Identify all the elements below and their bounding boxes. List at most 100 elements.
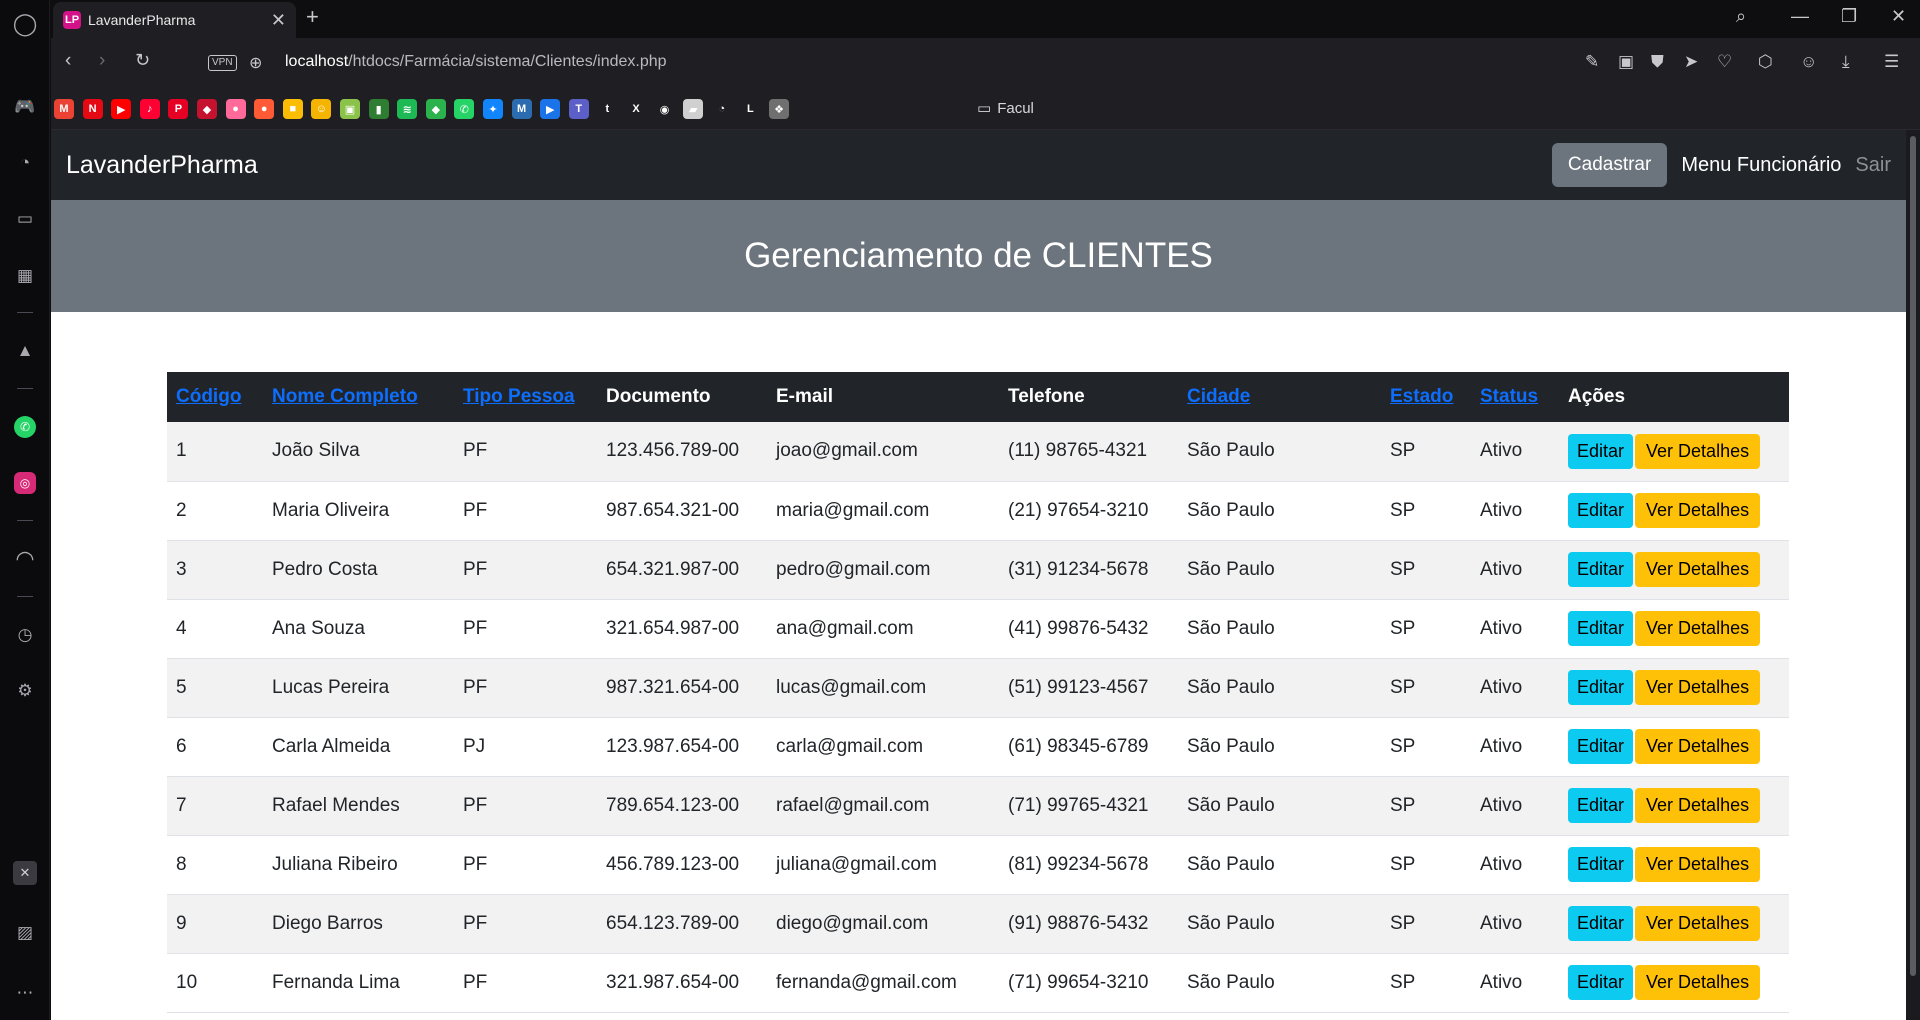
view-details-button[interactable]: Ver Detalhes bbox=[1635, 729, 1761, 764]
col-nome[interactable]: Nome Completo bbox=[263, 372, 454, 422]
sort-codigo-link[interactable]: Código bbox=[176, 386, 241, 407]
close-tab-icon[interactable]: ✕ bbox=[271, 10, 286, 31]
col-cidade[interactable]: Cidade bbox=[1178, 372, 1381, 422]
speed-dial-icon[interactable]: ◔ bbox=[12, 150, 38, 176]
gamepad-icon[interactable]: 🎮 bbox=[12, 94, 38, 120]
edit-button[interactable]: Editar bbox=[1568, 670, 1634, 705]
download-icon[interactable]: ⤓ bbox=[1842, 52, 1850, 72]
app-icon[interactable]: ▮ bbox=[368, 99, 389, 119]
edit-button[interactable]: Editar bbox=[1568, 729, 1634, 764]
image-icon[interactable]: ▨ bbox=[12, 920, 38, 946]
app-icon[interactable]: ▰ bbox=[683, 99, 704, 119]
app-icon[interactable]: ✕ bbox=[12, 860, 38, 886]
restore-icon[interactable]: ❐ bbox=[1841, 6, 1857, 27]
sort-nome-link[interactable]: Nome Completo bbox=[272, 386, 418, 407]
view-details-button[interactable]: Ver Detalhes bbox=[1635, 847, 1761, 882]
page-scrollbar[interactable] bbox=[1906, 130, 1920, 1020]
snapshot-icon[interactable]: ▣ bbox=[1618, 52, 1634, 72]
minimize-icon[interactable]: — bbox=[1791, 6, 1809, 27]
cadastrar-button[interactable]: Cadastrar bbox=[1551, 143, 1668, 187]
view-details-button[interactable]: Ver Detalhes bbox=[1635, 552, 1761, 587]
edit-page-icon[interactable]: ✎ bbox=[1585, 52, 1599, 72]
whatsapp-icon[interactable]: ✆ bbox=[454, 99, 475, 119]
easy-setup-icon[interactable]: ☰ bbox=[1884, 52, 1899, 72]
col-estado[interactable]: Estado bbox=[1381, 372, 1471, 422]
sort-cidade-link[interactable]: Cidade bbox=[1187, 386, 1250, 407]
pinterest-icon[interactable]: P bbox=[168, 99, 189, 119]
view-details-button[interactable]: Ver Detalhes bbox=[1635, 493, 1761, 528]
url-field[interactable]: localhost/htdocs/Farmácia/sistema/Client… bbox=[285, 53, 667, 71]
view-details-button[interactable]: Ver Detalhes bbox=[1635, 906, 1761, 941]
more-icon[interactable]: ⋯ bbox=[12, 980, 38, 1006]
forward-icon[interactable]: › bbox=[99, 50, 105, 72]
app-icon[interactable]: ☺ bbox=[311, 99, 332, 119]
app-icon[interactable]: ❖ bbox=[769, 99, 789, 119]
send-icon[interactable]: ➤ bbox=[1684, 52, 1698, 72]
tab-lavanderpharma[interactable]: LP LavanderPharma ✕ bbox=[53, 2, 296, 38]
instagram-icon[interactable]: ◎ bbox=[12, 470, 38, 496]
app-icon[interactable]: M bbox=[511, 99, 532, 119]
github-icon[interactable]: ◉ bbox=[654, 99, 675, 119]
sair-link[interactable]: Sair bbox=[1855, 154, 1891, 177]
youtube-icon[interactable]: ▶ bbox=[111, 99, 132, 119]
whatsapp-icon[interactable]: ✆ bbox=[12, 414, 38, 440]
workspace-icon[interactable]: ▭ bbox=[12, 206, 38, 232]
brand-link[interactable]: LavanderPharma bbox=[66, 151, 258, 180]
opera-logo-icon[interactable]: ◯ bbox=[12, 11, 38, 37]
search-tabs-icon[interactable]: ⌕ bbox=[1736, 6, 1746, 27]
spotify-icon[interactable]: ≋ bbox=[397, 99, 418, 119]
new-tab-icon[interactable]: + bbox=[306, 4, 319, 30]
shield-icon[interactable]: ⛊ bbox=[1651, 52, 1664, 72]
box-icon[interactable]: ⬡ bbox=[1758, 52, 1773, 72]
bookmark-folder-facul[interactable]: ▭ Facul bbox=[977, 99, 1034, 118]
app-icon[interactable]: ◆ bbox=[197, 99, 217, 119]
extensions-icon[interactable]: ▦ bbox=[12, 263, 38, 289]
x-icon[interactable]: X bbox=[626, 99, 646, 119]
view-details-button[interactable]: Ver Detalhes bbox=[1635, 670, 1761, 705]
keep-icon[interactable]: ■ bbox=[282, 99, 303, 119]
col-status[interactable]: Status bbox=[1471, 372, 1559, 422]
view-details-button[interactable]: Ver Detalhes bbox=[1635, 788, 1761, 823]
gmail-icon[interactable]: M bbox=[54, 99, 74, 119]
app-icon[interactable]: ▣ bbox=[340, 99, 360, 119]
sort-estado-link[interactable]: Estado bbox=[1390, 386, 1453, 407]
edit-button[interactable]: Editar bbox=[1568, 433, 1634, 469]
col-tipo[interactable]: Tipo Pessoa bbox=[454, 372, 597, 422]
app-icon[interactable]: L bbox=[740, 99, 761, 119]
edit-button[interactable]: Editar bbox=[1568, 493, 1634, 528]
settings-icon[interactable]: ⚙ bbox=[12, 678, 38, 704]
edit-button[interactable]: Editar bbox=[1568, 847, 1634, 882]
scrollbar-thumb[interactable] bbox=[1910, 136, 1916, 976]
teams-icon[interactable]: T bbox=[568, 99, 589, 119]
site-info-icon[interactable]: ⊕ bbox=[249, 53, 262, 73]
speedtest-icon[interactable]: ◔ bbox=[711, 99, 732, 119]
edit-button[interactable]: Editar bbox=[1568, 611, 1634, 646]
history-icon[interactable]: ◷ bbox=[12, 622, 38, 648]
edit-button[interactable]: Editar bbox=[1568, 788, 1634, 823]
player-icon[interactable]: ◠ bbox=[12, 546, 38, 572]
vpn-badge[interactable]: VPN bbox=[208, 55, 237, 71]
youtube-music-icon[interactable]: ♪ bbox=[139, 99, 160, 119]
menu-funcionario-link[interactable]: Menu Funcionário bbox=[1681, 154, 1841, 177]
feedly-icon[interactable]: ◆ bbox=[425, 99, 446, 119]
netflix-icon[interactable]: N bbox=[82, 99, 103, 119]
close-window-icon[interactable]: ✕ bbox=[1891, 6, 1906, 27]
tumblr-icon[interactable]: t bbox=[597, 99, 618, 119]
sort-status-link[interactable]: Status bbox=[1480, 386, 1538, 407]
bluesky-icon[interactable]: ✦ bbox=[483, 99, 503, 119]
reload-icon[interactable]: ↻ bbox=[135, 50, 150, 71]
edit-button[interactable]: Editar bbox=[1568, 552, 1634, 587]
sort-tipo-link[interactable]: Tipo Pessoa bbox=[463, 386, 575, 407]
edit-button[interactable]: Editar bbox=[1568, 965, 1634, 1000]
col-codigo[interactable]: Código bbox=[167, 372, 263, 422]
account-icon[interactable]: ☺ bbox=[1800, 52, 1817, 72]
edit-button[interactable]: Editar bbox=[1568, 906, 1634, 941]
app-icon[interactable]: ● bbox=[254, 99, 275, 119]
back-icon[interactable]: ‹ bbox=[65, 50, 71, 72]
aria-icon[interactable]: ▲ bbox=[12, 338, 38, 364]
heart-icon[interactable]: ♡ bbox=[1717, 52, 1732, 72]
app-icon[interactable]: ▶ bbox=[540, 99, 561, 119]
view-details-button[interactable]: Ver Detalhes bbox=[1635, 433, 1761, 469]
view-details-button[interactable]: Ver Detalhes bbox=[1635, 611, 1761, 646]
app-icon[interactable]: ● bbox=[225, 99, 246, 119]
